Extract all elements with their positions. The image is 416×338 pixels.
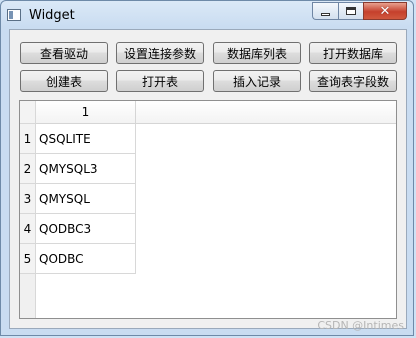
- row-header[interactable]: 3: [20, 184, 36, 214]
- table-corner-button[interactable]: [20, 101, 36, 124]
- row-header[interactable]: 5: [20, 244, 36, 274]
- insert-record-button[interactable]: 插入记录: [213, 70, 301, 92]
- watermark: CSDN @Intimes: [317, 319, 404, 332]
- create-table-button[interactable]: 创建表: [20, 70, 108, 92]
- table-cell[interactable]: QMYSQL3: [36, 154, 136, 184]
- app-window: Widget ✕ 查看驱动 设置连接参数 数据库列表 打开数据库 创建表 打开表…: [0, 0, 414, 336]
- results-table[interactable]: 1 1 QSQLITE 2 QMYSQL3 3 QMYSQL 4 QODBC 3 …: [19, 100, 397, 319]
- minimize-icon: [321, 12, 330, 16]
- query-field-count-button[interactable]: 查询表字段数: [309, 70, 397, 92]
- close-icon: ✕: [379, 3, 391, 19]
- table-cell[interactable]: QODBC3: [36, 214, 136, 244]
- open-database-button[interactable]: 打开数据库: [309, 42, 397, 64]
- table-row[interactable]: 3 QMYSQL: [20, 184, 136, 214]
- table-cell[interactable]: QODBC: [36, 244, 136, 274]
- maximize-icon: [346, 7, 356, 15]
- column-header-1[interactable]: 1: [36, 101, 136, 124]
- set-connection-params-button[interactable]: 设置连接参数: [116, 42, 204, 64]
- close-button[interactable]: ✕: [363, 2, 407, 20]
- row-header[interactable]: 2: [20, 154, 36, 184]
- client-area: 查看驱动 设置连接参数 数据库列表 打开数据库 创建表 打开表 插入记录 查询表…: [9, 29, 407, 329]
- maximize-button[interactable]: [338, 2, 363, 20]
- minimize-button[interactable]: [312, 2, 338, 20]
- table-row[interactable]: 4 QODBC3: [20, 214, 136, 244]
- table-row[interactable]: 5 QODBC: [20, 244, 136, 274]
- database-list-button[interactable]: 数据库列表: [213, 42, 301, 64]
- column-header-empty: [136, 101, 396, 124]
- title-bar[interactable]: Widget ✕: [1, 1, 413, 29]
- window-controls: ✕: [312, 2, 407, 20]
- row-header[interactable]: 1: [20, 124, 36, 154]
- row-header[interactable]: 4: [20, 214, 36, 244]
- view-drivers-button[interactable]: 查看驱动: [20, 42, 108, 64]
- app-window-icon: [7, 9, 21, 21]
- open-table-button[interactable]: 打开表: [116, 70, 204, 92]
- table-cell[interactable]: QSQLITE: [36, 124, 136, 154]
- table-row[interactable]: 1 QSQLITE: [20, 124, 136, 154]
- table-cell[interactable]: QMYSQL: [36, 184, 136, 214]
- window-title: Widget: [29, 8, 75, 23]
- table-row[interactable]: 2 QMYSQL3: [20, 154, 136, 184]
